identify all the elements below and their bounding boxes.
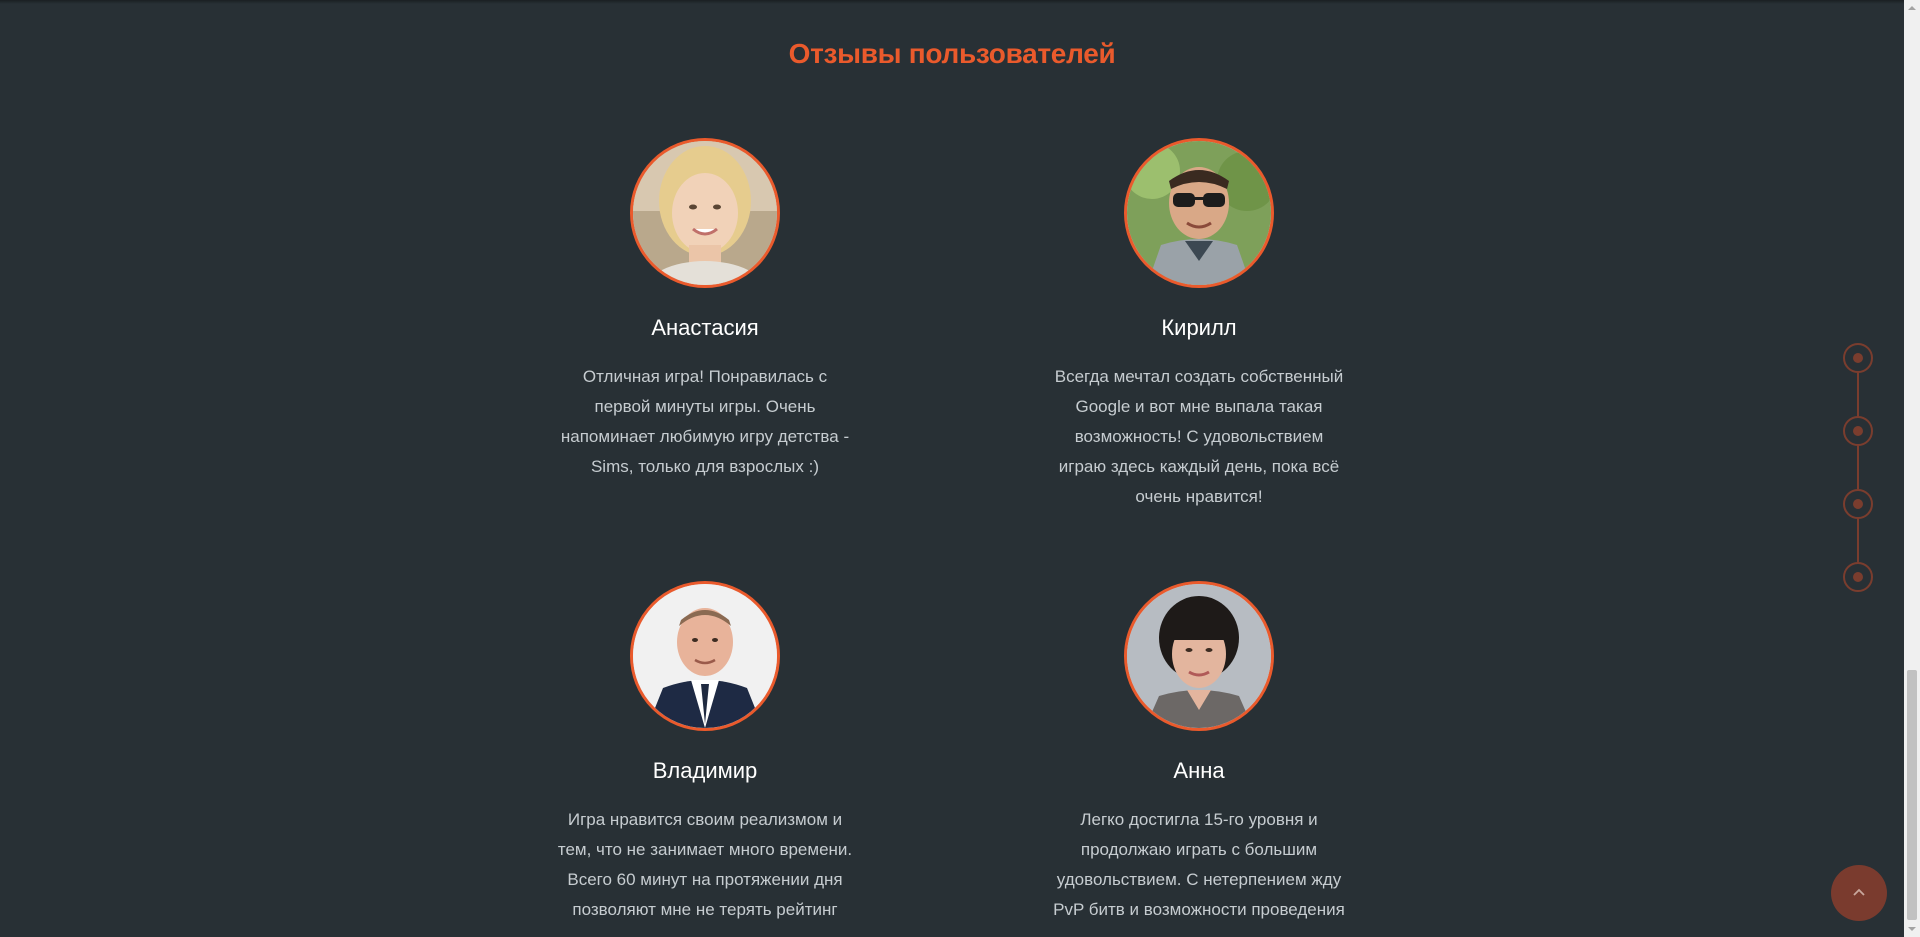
review-name: Кирилл: [1161, 315, 1237, 340]
review-text: Легко достигла 15-го уровня и продолжаю …: [1053, 810, 1345, 919]
avatar: [1124, 581, 1274, 731]
review-text: Отличная игра! Понравилась с первой мину…: [560, 367, 850, 476]
section-nav-dot-2[interactable]: [1843, 416, 1873, 446]
review-card: Владимир Игра нравится своим реализмом и…: [545, 581, 865, 925]
avatar-photo: [633, 141, 777, 285]
scrollbar-thumb[interactable]: [1907, 670, 1917, 920]
scroll-down-arrow[interactable]: [1904, 920, 1920, 937]
review-card: Кирилл Всегда мечтал создать собственный…: [1039, 138, 1359, 512]
scrollbar[interactable]: [1904, 0, 1920, 937]
section-title: Отзывы пользователей: [788, 38, 1116, 69]
avatar: [630, 138, 780, 288]
review-text: Игра нравится своим реализмом и тем, что…: [557, 810, 853, 919]
page: Отзывы пользователей Анастасия Отличная …: [0, 0, 1920, 937]
scroll-up-arrow[interactable]: [1904, 0, 1920, 17]
avatar-photo: [1127, 141, 1271, 285]
avatar-photo: [1127, 584, 1271, 728]
section-nav-dot-4[interactable]: [1843, 562, 1873, 592]
scroll-top-button[interactable]: [1831, 865, 1887, 921]
section-nav-dot-1[interactable]: [1843, 343, 1873, 373]
section-nav-line: [1857, 359, 1859, 577]
review-text: Всегда мечтал создать собственный Google…: [1054, 367, 1344, 506]
avatar: [1124, 138, 1274, 288]
review-name: Владимир: [652, 758, 758, 783]
section-nav: [1843, 343, 1873, 593]
avatar-photo: [633, 584, 777, 728]
review-card: Анна Легко достигла 15-го уровня и продо…: [1039, 581, 1359, 925]
review-card: Анастасия Отличная игра! Понравилась с п…: [545, 138, 865, 482]
review-name: Анастасия: [651, 315, 759, 340]
avatar: [630, 581, 780, 731]
header-shadow: [0, 0, 1904, 4]
review-name: Анна: [1173, 758, 1225, 783]
section-nav-dot-3[interactable]: [1843, 489, 1873, 519]
chevron-up-icon: [1853, 888, 1865, 896]
